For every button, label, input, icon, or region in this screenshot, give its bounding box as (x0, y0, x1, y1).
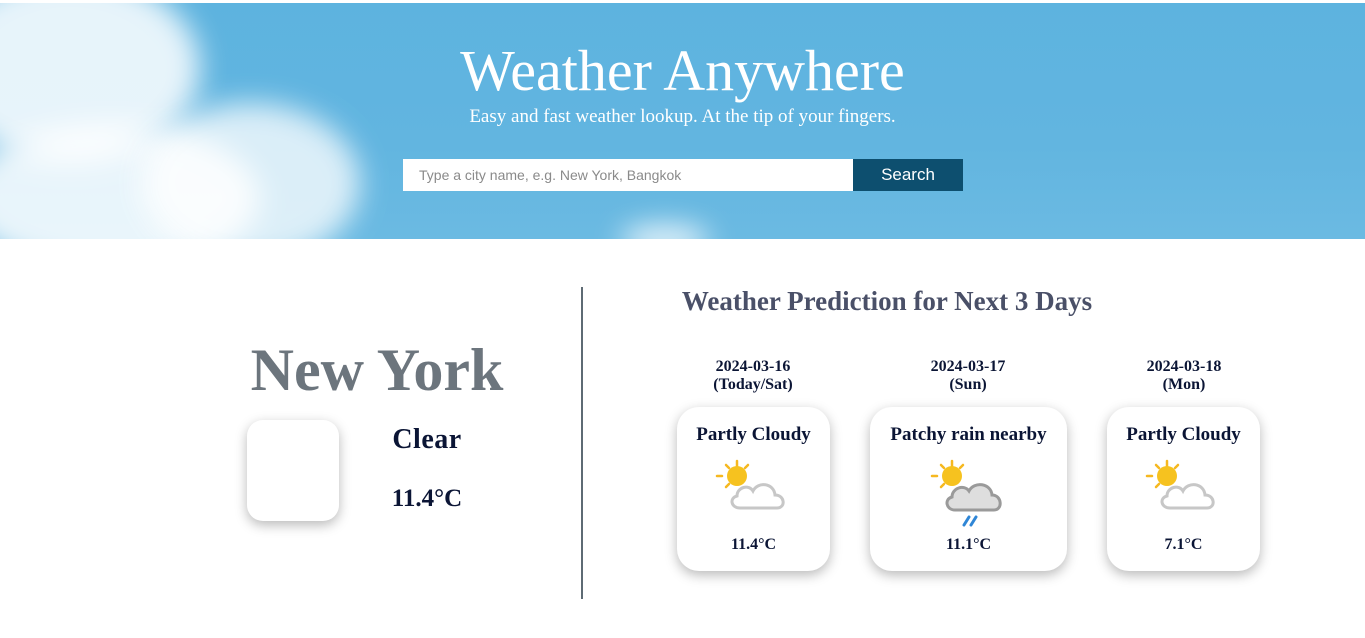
section-divider (581, 287, 583, 599)
forecast-condition: Partly Cloudy (696, 424, 811, 445)
forecast-card: Partly Cloudy 11.4°C (677, 407, 830, 571)
page-title: Weather Anywhere (460, 38, 905, 103)
city-name: New York (250, 337, 504, 403)
forecast-temperature: 7.1°C (1164, 536, 1203, 553)
patchy-rain-icon (930, 459, 1002, 527)
current-temperature: 11.4°C (391, 485, 463, 512)
forecast-day-header: 2024-03-18 (Mon) (1124, 358, 1244, 394)
forecast-weekday: (Mon) (1162, 376, 1206, 393)
current-weather-icon-card (247, 420, 339, 521)
partly-cloudy-icon (1145, 459, 1215, 510)
forecast-weekday: (Today/Sat) (713, 376, 793, 393)
forecast-temperature: 11.1°C (945, 536, 992, 553)
forecast-title: Weather Prediction for Next 3 Days (681, 286, 1093, 316)
forecast-weekday: (Sun) (949, 376, 987, 393)
cloud-decoration (620, 225, 710, 239)
search-button[interactable]: Search (853, 159, 963, 191)
page-subtitle: Easy and fast weather lookup. At the tip… (469, 106, 896, 127)
hero-banner: Weather Anywhere Easy and fast weather l… (0, 3, 1365, 239)
moon-icon (286, 460, 296, 480)
forecast-condition: Partly Cloudy (1126, 424, 1241, 445)
forecast-day-header: 2024-03-16 (Today/Sat) (693, 358, 813, 394)
forecast-date: 2024-03-17 (930, 358, 1006, 375)
current-condition: Clear (392, 424, 462, 455)
forecast-card: Patchy rain nearby 11.1°C (870, 407, 1067, 571)
search-input[interactable] (403, 159, 853, 191)
forecast-card: Partly Cloudy 7.1°C (1107, 407, 1260, 571)
forecast-day-header: 2024-03-17 (Sun) (908, 358, 1028, 394)
forecast-temperature: 11.4°C (730, 536, 777, 553)
partly-cloudy-icon (715, 459, 785, 510)
forecast-date: 2024-03-16 (715, 358, 791, 375)
forecast-date: 2024-03-18 (1146, 358, 1222, 375)
forecast-condition: Patchy rain nearby (890, 424, 1047, 445)
